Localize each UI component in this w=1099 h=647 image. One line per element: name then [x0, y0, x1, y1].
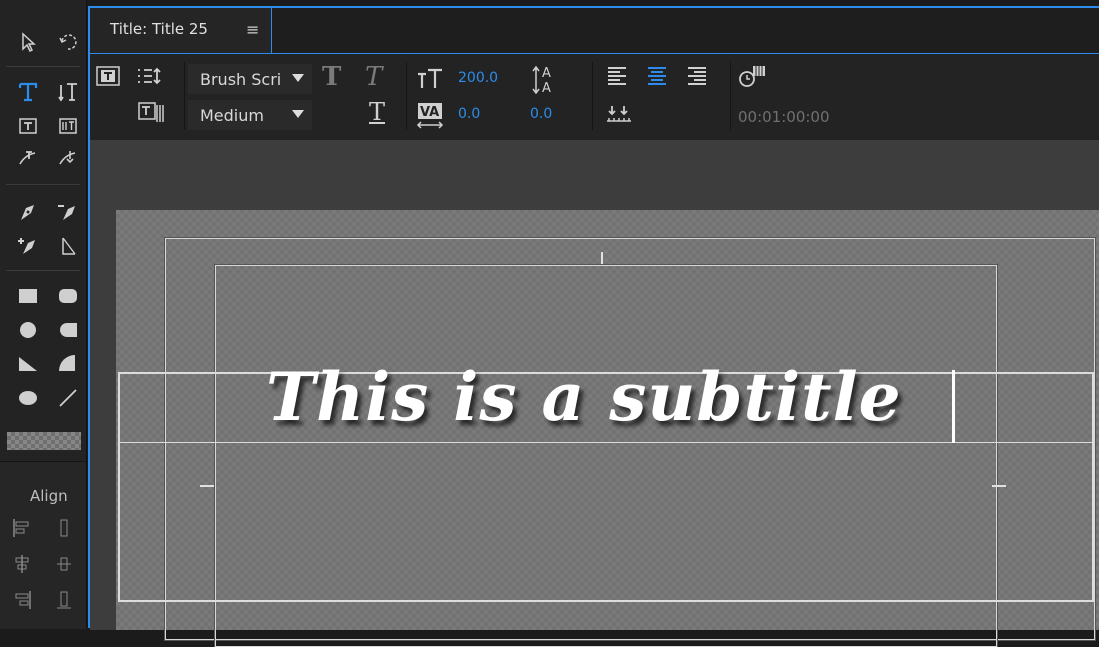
path-type-tool-icon[interactable]: [16, 146, 40, 170]
style-swatch[interactable]: [7, 432, 81, 450]
font-style-dropdown[interactable]: Medium: [188, 100, 312, 130]
align-left-icon[interactable]: [10, 516, 34, 540]
panel-menu-icon[interactable]: ≡: [246, 20, 259, 39]
font-size-value[interactable]: 200.0: [458, 70, 498, 86]
bold-button[interactable]: T: [322, 62, 341, 92]
align-bottom-icon[interactable]: [52, 588, 76, 612]
kerning-icon: VA: [416, 102, 446, 134]
font-family-value: Brush Scri: [200, 69, 282, 89]
tab-bar: Title: Title 25 ≡: [90, 8, 1099, 54]
tab-title-25[interactable]: Title: Title 25 ≡: [90, 8, 272, 53]
underline-button[interactable]: T: [369, 98, 385, 126]
canvas-area: This is a subtitle: [90, 140, 1099, 647]
convert-anchor-point-tool-icon[interactable]: [56, 234, 80, 258]
chevron-down-icon: [292, 74, 304, 82]
ellipse-clipped-tool-icon[interactable]: [16, 318, 40, 342]
area-type-tool-icon[interactable]: [16, 114, 40, 138]
font-family-dropdown[interactable]: Brush Scri: [188, 64, 312, 94]
align-label: Align: [30, 487, 68, 505]
italic-button[interactable]: T: [365, 62, 382, 92]
font-size-icon: [416, 66, 446, 94]
align-panel: Align: [0, 461, 86, 629]
delete-anchor-point-tool-icon[interactable]: [56, 200, 80, 224]
type-tool-icon[interactable]: [16, 80, 40, 104]
tab-stops-icon[interactable]: [606, 104, 632, 130]
chevron-down-icon: [292, 110, 304, 118]
selection-tool-icon[interactable]: [16, 30, 40, 54]
center-mark-top: [601, 252, 603, 264]
svg-text:A: A: [542, 81, 551, 94]
svg-text:A: A: [542, 66, 551, 81]
ellipse-tool-icon[interactable]: [16, 386, 40, 410]
add-anchor-point-tool-icon[interactable]: [16, 234, 40, 258]
vertical-type-tool-icon[interactable]: [56, 80, 80, 104]
title-panel: Title: Title 25 ≡ Brush Scri Medium T T …: [88, 6, 1099, 647]
text-baseline: [118, 442, 1092, 443]
align-top-icon[interactable]: [52, 516, 76, 540]
align-text-center-icon[interactable]: [646, 66, 668, 90]
rotation-tool-icon[interactable]: [56, 30, 80, 54]
arc-tool-icon[interactable]: [56, 352, 80, 376]
title-toolbar: Brush Scri Medium T T T 200.0 VA 0.0 AA …: [90, 54, 1099, 140]
title-canvas[interactable]: This is a subtitle: [116, 210, 1099, 647]
align-text-right-icon[interactable]: [686, 66, 708, 90]
template-icon[interactable]: [96, 66, 120, 90]
wedge-tool-icon[interactable]: [16, 352, 40, 376]
vertical-path-type-tool-icon[interactable]: [56, 146, 80, 170]
leading-value[interactable]: 0.0: [530, 106, 552, 122]
align-center-vertical-icon[interactable]: [52, 552, 76, 576]
rounded-corner-rectangle-tool-icon[interactable]: [56, 318, 80, 342]
text-caret: [952, 370, 955, 443]
rounded-rectangle-tool-icon[interactable]: [56, 284, 80, 308]
pen-tool-icon[interactable]: [16, 200, 40, 224]
font-style-value: Medium: [200, 105, 264, 125]
vertical-area-type-tool-icon[interactable]: [56, 114, 80, 138]
tools-panel: Align: [0, 0, 87, 629]
rectangle-tool-icon[interactable]: [16, 284, 40, 308]
roll-crawl-options-icon[interactable]: [136, 66, 162, 90]
leading-icon: AA: [532, 64, 558, 98]
svg-text:VA: VA: [420, 105, 439, 120]
show-background-video-icon[interactable]: [738, 64, 768, 92]
align-text-left-icon[interactable]: [606, 66, 628, 90]
subtitle-text[interactable]: This is a subtitle: [266, 358, 902, 436]
background-video-icon[interactable]: [138, 102, 164, 128]
line-tool-icon[interactable]: [56, 386, 80, 410]
kerning-value[interactable]: 0.0: [458, 106, 480, 122]
tab-title-label: Title: Title 25: [110, 20, 208, 38]
timecode-value[interactable]: 00:01:00:00: [738, 108, 830, 126]
align-center-horizontal-icon[interactable]: [10, 552, 34, 576]
align-right-icon[interactable]: [10, 588, 34, 612]
